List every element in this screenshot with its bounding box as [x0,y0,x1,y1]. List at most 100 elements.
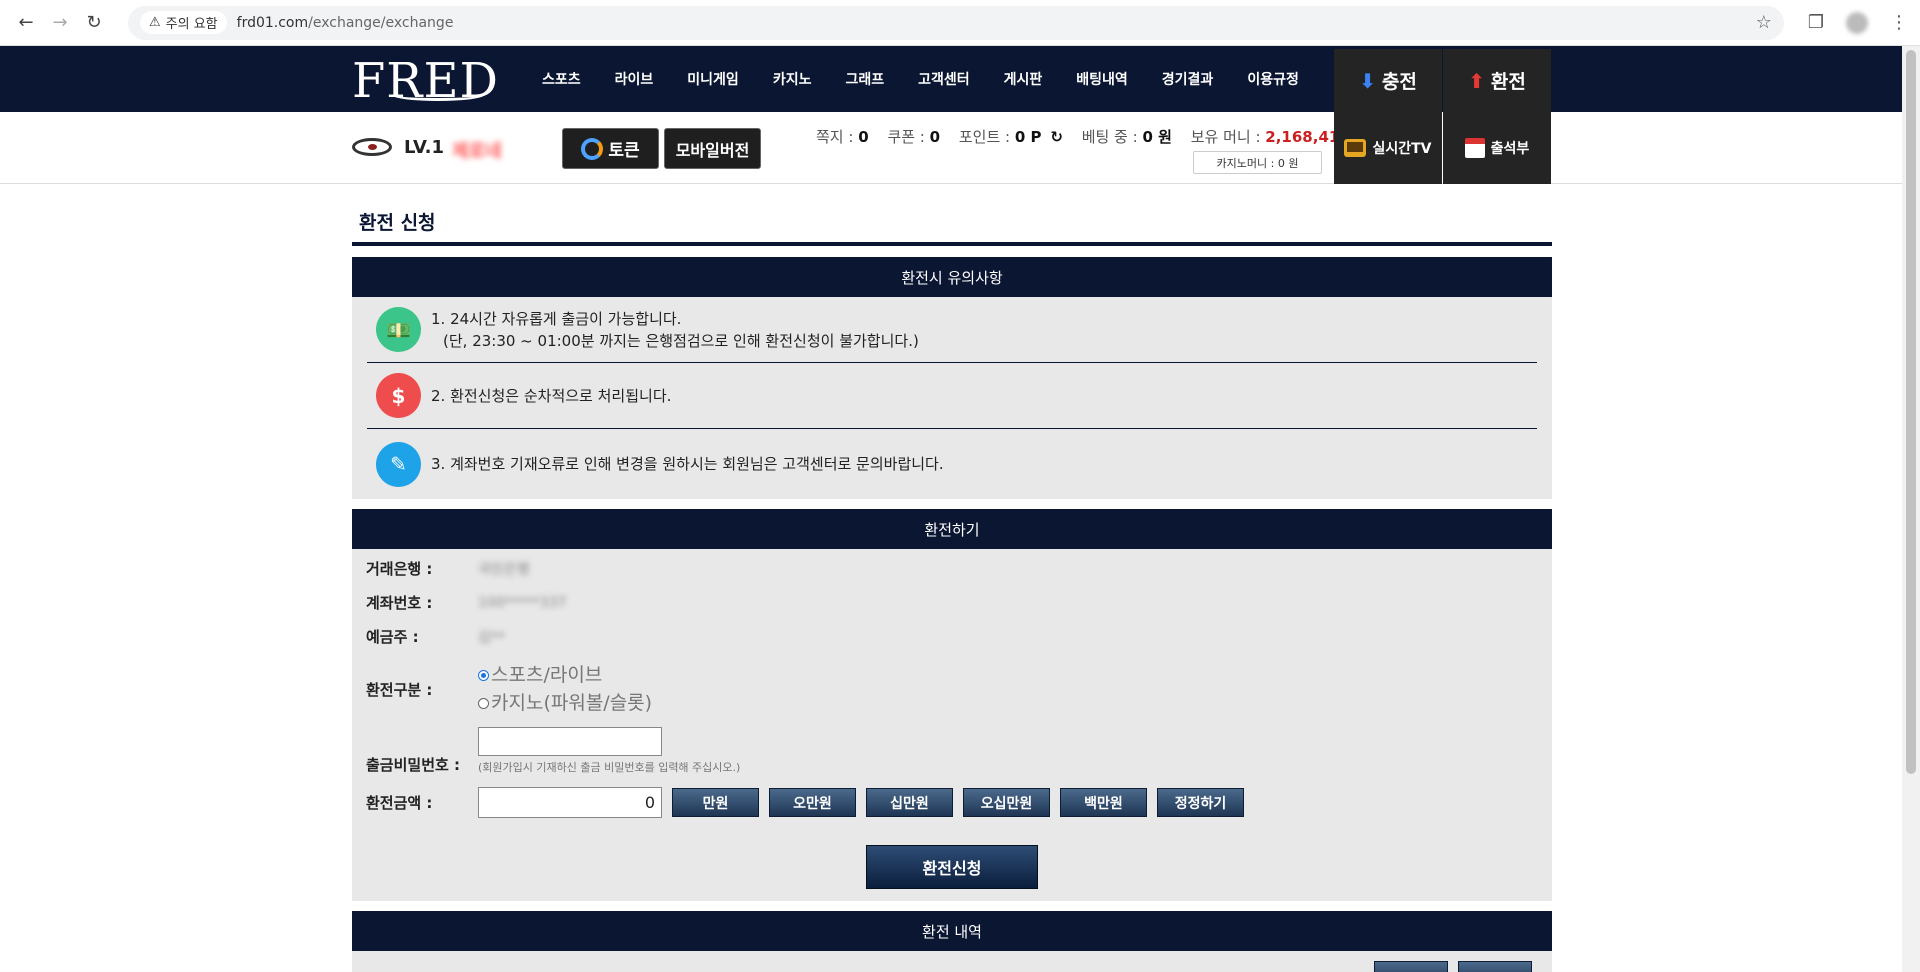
back-icon[interactable]: ← [12,9,40,37]
notice-text: 3. 계좌번호 기재오류로 인해 변경을 원하시는 회원님은 고객센터로 문의바… [431,453,944,475]
exchange-type-label: 환전구분 : [366,680,433,699]
coupon-label: 쿠폰 : [887,128,925,146]
betting-label: 베팅 중 : [1081,128,1138,146]
amount-row: 환전금액 : 0 만원 오만원 십만원 오십만원 백만원 정정하기 [366,787,1244,818]
add-100k-button[interactable]: 십만원 [866,788,953,817]
radio-sports[interactable] [478,670,489,681]
site-header: FRED 스포츠 라이브 미니게임 카지노 그래프 고객센터 게시판 배팅내역 … [0,46,1902,112]
tv-icon [1344,139,1367,157]
main-menu: 스포츠 라이브 미니게임 카지노 그래프 고객센터 게시판 배팅내역 경기결과 … [542,46,1333,112]
notice-item: ✎ 3. 계좌번호 기재오류로 인해 변경을 원하시는 회원님은 고객센터로 문… [367,429,1537,499]
point-label: 포인트 : [958,128,1011,146]
page-scrollbar[interactable] [1902,46,1920,972]
notice-line: 2. 환전신청은 순차적으로 처리됩니다. [431,386,672,405]
bank-label: 거래은행 : [366,560,433,578]
address-bar[interactable]: ⚠ 주의 요함 frd01.com/exchange/exchange ☆ [128,5,1784,40]
notice-item: 💵 1. 24시간 자유롭게 출금이 가능합니다. (단, 23:30 ~ 01… [367,297,1537,363]
amount-label: 환전금액 : [366,794,433,812]
forward-icon[interactable]: → [46,9,74,37]
url-text[interactable]: frd01.com/exchange/exchange [237,15,454,31]
toon-button[interactable]: 토큰 [562,128,659,169]
history-action-button[interactable] [1374,961,1448,972]
notice-header: 환전시 유의사항 [352,257,1552,297]
user-nickname: 제로네 [452,141,502,162]
notice-line: 1. 24시간 자유롭게 출금이 가능합니다. [431,309,682,328]
title-divider [352,242,1552,246]
notice-box: 💵 1. 24시간 자유롭게 출금이 가능합니다. (단, 23:30 ~ 01… [352,297,1552,499]
add-500k-button[interactable]: 오십만원 [963,788,1050,817]
deposit-label: 충전 [1381,71,1417,93]
menu-rules[interactable]: 이용규정 [1247,69,1299,89]
menu-live[interactable]: 라이브 [615,69,654,89]
security-warning-chip[interactable]: ⚠ 주의 요함 [140,11,227,34]
holder-label: 예금주 : [366,628,419,646]
password-row: 출금비밀번호 : (회원가입시 기재하신 출금 비밀번호를 입력해 주십시오.) [366,727,740,775]
profile-avatar[interactable] [1846,11,1868,34]
password-label: 출금비밀번호 : [366,756,461,774]
menu-customer-center[interactable]: 고객센터 [918,69,970,89]
reset-amount-button[interactable]: 정정하기 [1157,788,1244,817]
exchange-form: 거래은행 : 국민은행 계좌번호 : 100*****337 예금주 : 김**… [352,549,1552,901]
holder-value: 김** [478,629,505,646]
download-arrow-icon: ⬇ [1359,68,1376,93]
bank-value: 국민은행 [478,561,530,578]
live-tv-button[interactable]: 실시간TV [1334,112,1442,184]
menu-casino[interactable]: 카지노 [773,69,812,89]
deposit-button[interactable]: ⬇ 충전 [1334,49,1442,112]
radio-casino[interactable] [478,698,489,709]
browser-menu-icon[interactable]: ⋮ [1890,12,1908,33]
submit-exchange-button[interactable]: 환전신청 [866,845,1038,889]
attendance-button[interactable]: 출석부 [1443,112,1551,184]
user-level: LV.1 [404,137,444,158]
user-stats: 쪽지 : 0 쿠폰 : 0 포인트 : 0 P ↻ 베팅 중 : 0 원 보유 … [816,126,1369,147]
withdraw-password-input[interactable] [478,727,662,756]
withdraw-button[interactable]: ⬆ 환전 [1443,49,1551,112]
exchange-type-row: 환전구분 : 스포츠/라이브 카지노(파워볼/슬롯) [366,661,652,717]
point-value: 0 P [1014,128,1042,146]
amount-input[interactable]: 0 [478,787,662,818]
refund-icon: $ [376,373,421,418]
mobile-version-button[interactable]: 모바일버전 [664,128,761,169]
account-label: 계좌번호 : [366,594,433,612]
browser-toolbar: ← → ↻ ⚠ 주의 요함 frd01.com/exchange/exchang… [0,0,1920,46]
menu-minigame[interactable]: 미니게임 [687,69,739,89]
main-content: 환전 신청 환전시 유의사항 💵 1. 24시간 자유롭게 출금이 가능합니다.… [352,184,1552,972]
add-10k-button[interactable]: 만원 [672,788,759,817]
add-1m-button[interactable]: 백만원 [1060,788,1147,817]
radio-casino-label: 카지노(파워볼/슬롯) [491,692,653,714]
casino-money: 카지노머니 : 0 원 [1193,151,1322,174]
memo-count[interactable]: 0 [858,128,868,146]
url-host: frd01.com [236,14,309,31]
money-label: 보유 머니 : [1190,128,1261,146]
menu-betting-history[interactable]: 배팅내역 [1076,69,1128,89]
logo-swoosh [392,89,484,101]
notice-subline: (단, 23:30 ~ 01:00분 까지는 은행점검으로 인해 환전신청이 불… [443,331,919,350]
add-50k-button[interactable]: 오만원 [769,788,856,817]
menu-graph[interactable]: 그래프 [845,69,884,89]
scroll-thumb[interactable] [1906,50,1916,774]
live-tv-label: 실시간TV [1372,141,1432,157]
menu-board[interactable]: 게시판 [1004,69,1043,89]
holder-row: 예금주 : 김** [366,626,505,647]
history-header: 환전 내역 [352,911,1552,951]
refresh-icon[interactable]: ↻ [1050,128,1063,146]
radio-option-sports[interactable]: 스포츠/라이브 [478,661,652,689]
bookmark-star-icon[interactable]: ☆ [1756,12,1772,33]
password-field-wrap: (회원가입시 기재하신 출금 비밀번호를 입력해 주십시오.) [478,727,740,775]
withdraw-label: 환전 [1490,71,1526,93]
menu-results[interactable]: 경기결과 [1162,69,1214,89]
coupon-count[interactable]: 0 [930,128,940,146]
notice-item: $ 2. 환전신청은 순차적으로 처리됩니다. [367,363,1537,429]
page-title: 환전 신청 [359,212,436,234]
history-action-button[interactable] [1458,961,1532,972]
toon-label: 토큰 [608,141,640,161]
extensions-icon[interactable]: ❐ [1808,12,1824,33]
upload-arrow-icon: ⬆ [1468,68,1485,93]
warning-label: 주의 요함 [165,17,218,32]
radio-option-casino[interactable]: 카지노(파워볼/슬롯) [478,689,652,717]
reload-icon[interactable]: ↻ [80,9,108,37]
user-info-bar: LV.1 제로네 토큰 모바일버전 쪽지 : 0 쿠폰 : 0 포인트 : 0 … [0,112,1902,184]
menu-sports[interactable]: 스포츠 [542,69,581,89]
cash-icon: 💵 [376,307,421,352]
notice-line: 3. 계좌번호 기재오류로 인해 변경을 원하시는 회원님은 고객센터로 문의바… [431,455,944,473]
